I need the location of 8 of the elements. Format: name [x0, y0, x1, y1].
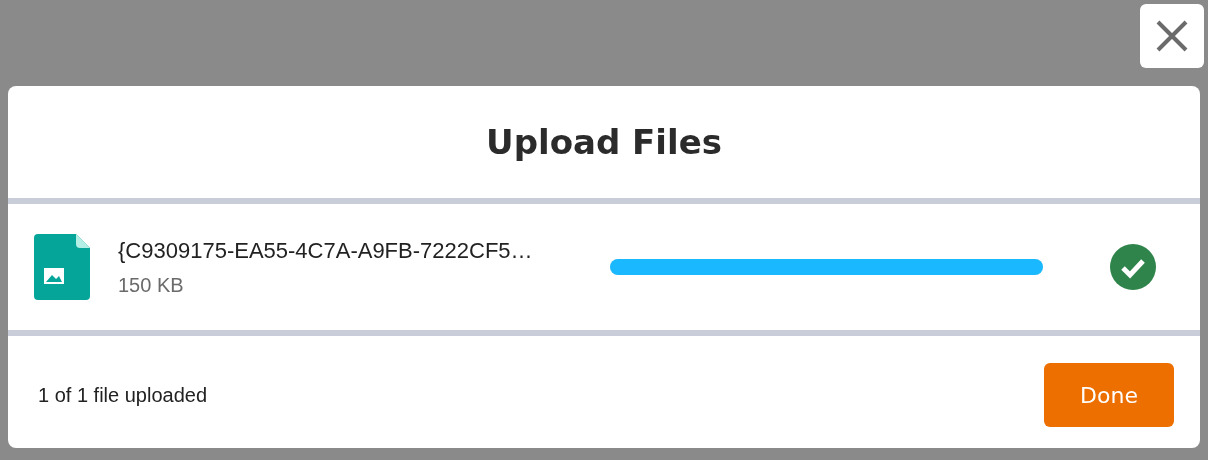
upload-status: 1 of 1 file uploaded: [38, 383, 208, 407]
file-name: {C9309175-EA55-4C7A-A9FB-7222CF5…: [118, 237, 534, 264]
file-size: 150 KB: [118, 273, 185, 297]
image-file-icon: [34, 234, 90, 300]
done-button[interactable]: Done: [1044, 363, 1174, 427]
close-icon: [1154, 18, 1190, 54]
dialog-title: Upload Files: [486, 122, 722, 162]
close-button[interactable]: [1140, 4, 1204, 68]
